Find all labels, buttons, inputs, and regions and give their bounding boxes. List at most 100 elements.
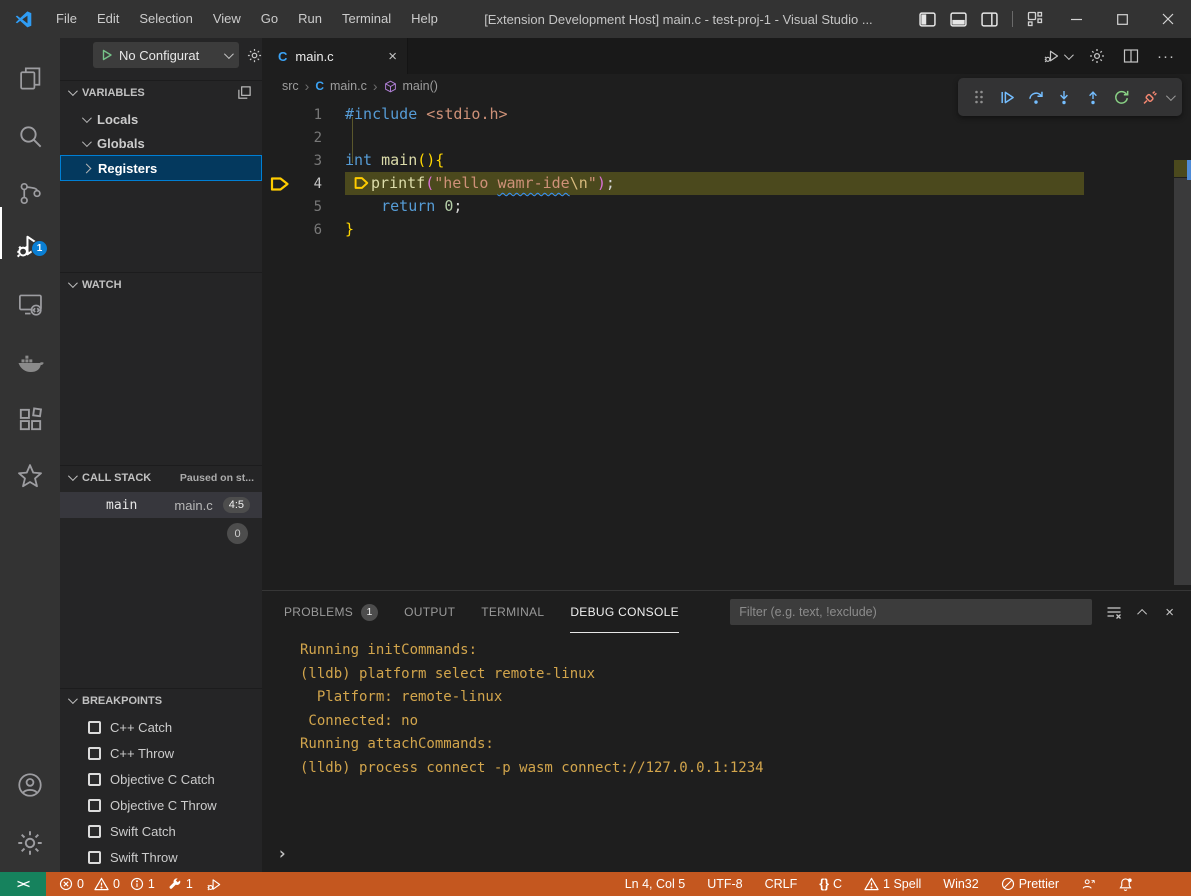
breakpoint-row[interactable]: Objective C Catch [60, 766, 262, 792]
maximize-icon[interactable] [1099, 0, 1145, 38]
menu-edit[interactable]: Edit [87, 0, 129, 38]
minimize-icon[interactable] [1053, 0, 1099, 38]
continue-button[interactable] [995, 83, 1019, 111]
run-or-debug-button[interactable] [1043, 48, 1071, 64]
docker-icon[interactable] [0, 335, 60, 387]
code-line-6[interactable]: 6} [262, 218, 1191, 241]
open-launch-json-gear-icon[interactable] [247, 48, 262, 63]
launch-config-dropdown[interactable]: No Configurat [93, 42, 239, 68]
menu-terminal[interactable]: Terminal [332, 0, 401, 38]
watch-section-header[interactable]: WATCH [60, 272, 262, 296]
breakpoint-checkbox[interactable] [88, 799, 101, 812]
breakpoint-checkbox[interactable] [88, 773, 101, 786]
breakpoint-checkbox[interactable] [88, 747, 101, 760]
toolbar-drag-handle[interactable] [967, 83, 991, 111]
problems-status[interactable]: 0 0 1 [59, 877, 155, 891]
tab-close-icon[interactable]: × [388, 48, 397, 65]
disconnect-button[interactable] [1138, 83, 1162, 111]
toggle-panel-icon[interactable] [950, 12, 967, 27]
console-input-prompt[interactable]: › [277, 844, 287, 864]
maximize-panel-icon[interactable] [1137, 608, 1147, 618]
remote-explorer-icon[interactable] [0, 278, 60, 330]
step-over-button[interactable] [1024, 83, 1048, 111]
toggle-secondary-sidebar-icon[interactable] [981, 12, 998, 27]
accounts-icon[interactable] [0, 759, 60, 811]
breakpoint-checkbox[interactable] [88, 851, 101, 864]
feedback-icon[interactable] [1081, 877, 1096, 891]
call-stack-badge: 0 [227, 523, 248, 544]
source-control-icon[interactable] [0, 167, 60, 219]
collapse-all-icon[interactable] [237, 85, 252, 100]
console-filter-input[interactable] [730, 599, 1092, 625]
code-line-4[interactable]: 4 printf("hello wamr-ide\n"); [262, 172, 1191, 195]
close-window-icon[interactable] [1145, 0, 1191, 38]
restart-button[interactable] [1109, 83, 1133, 111]
encoding-status[interactable]: UTF-8 [707, 877, 742, 891]
extensions-icon[interactable] [0, 393, 60, 445]
settings-gear-icon[interactable] [0, 817, 60, 869]
split-editor-icon[interactable] [1123, 48, 1139, 64]
breadcrumb-src[interactable]: src [282, 79, 299, 93]
variables-scope-locals[interactable]: Locals [60, 107, 262, 131]
language-status[interactable]: {} C [819, 877, 842, 891]
remote-indicator[interactable]: >< [0, 872, 46, 896]
explorer-icon[interactable] [0, 52, 60, 104]
customize-layout-icon[interactable] [1027, 11, 1043, 27]
code-line-2[interactable]: 2 [262, 126, 1191, 149]
call-stack-section-header[interactable]: CALL STACK Paused on st... [60, 465, 262, 489]
variables-section-header[interactable]: VARIABLES [60, 80, 262, 104]
breakpoint-checkbox[interactable] [88, 825, 101, 838]
debug-current-line-arrow-icon[interactable] [262, 172, 300, 195]
code-line-3[interactable]: 3int main(){ [262, 149, 1191, 172]
variables-scope-registers[interactable]: Registers [60, 155, 262, 181]
toggle-sidebar-icon[interactable] [919, 12, 936, 27]
editor-settings-gear-icon[interactable] [1089, 48, 1105, 64]
menu-selection[interactable]: Selection [129, 0, 202, 38]
notifications-bell-icon[interactable] [1118, 877, 1133, 892]
panel-tab-output[interactable]: OUTPUT [404, 591, 455, 633]
star-icon[interactable] [0, 450, 60, 502]
more-actions-icon[interactable]: ··· [1157, 48, 1175, 65]
chevron-down-icon [82, 137, 92, 147]
breakpoint-row[interactable]: C++ Throw [60, 740, 262, 766]
panel-tab-terminal[interactable]: TERMINAL [481, 591, 544, 633]
debug-session-dropdown-icon[interactable] [1166, 91, 1176, 101]
breakpoint-row[interactable]: Swift Catch [60, 818, 262, 844]
breakpoint-row[interactable]: C++ Catch [60, 714, 262, 740]
debug-status-icon[interactable] [206, 877, 223, 892]
close-panel-icon[interactable]: × [1165, 604, 1174, 621]
debug-console-output[interactable]: Running initCommands:(lldb) platform sel… [300, 639, 764, 780]
breadcrumb-file[interactable]: main.c [330, 79, 367, 93]
stack-frame-row[interactable]: main main.c 4:5 [60, 492, 262, 518]
menu-go[interactable]: Go [251, 0, 288, 38]
panel-tab-debug-console[interactable]: DEBUG CONSOLE [570, 591, 679, 633]
menu-help[interactable]: Help [401, 0, 448, 38]
step-out-button[interactable] [1081, 83, 1105, 111]
frame-position-badge: 4:5 [223, 497, 250, 513]
platform-status[interactable]: Win32 [943, 877, 978, 891]
breadcrumb-symbol[interactable]: main() [403, 79, 438, 93]
run-and-debug-icon[interactable] [0, 219, 60, 271]
panel-header: PROBLEMS1 OUTPUT TERMINAL DEBUG CONSOLE × [262, 591, 1191, 633]
panel-tab-problems[interactable]: PROBLEMS1 [284, 591, 378, 633]
tools-status[interactable]: 1 [168, 877, 193, 891]
breakpoint-checkbox[interactable] [88, 721, 101, 734]
step-into-button[interactable] [1052, 83, 1076, 111]
code-line-5[interactable]: 5 return 0; [262, 195, 1191, 218]
formatter-status[interactable]: Prettier [1001, 877, 1059, 891]
cursor-position-status[interactable]: Ln 4, Col 5 [625, 877, 685, 891]
code-editor[interactable]: 1#include <stdio.h>23int main(){4 printf… [262, 98, 1191, 590]
spell-checker-status[interactable]: 1 Spell [864, 877, 921, 891]
clear-console-icon[interactable] [1106, 605, 1122, 620]
breakpoint-row[interactable]: Objective C Throw [60, 792, 262, 818]
menu-view[interactable]: View [203, 0, 251, 38]
breakpoint-row[interactable]: Swift Throw [60, 844, 262, 870]
tab-main-c[interactable]: C main.c × [262, 38, 408, 74]
breakpoints-section-header[interactable]: BREAKPOINTS [60, 688, 262, 712]
search-icon[interactable] [0, 110, 60, 162]
editor-scrollbar[interactable] [1174, 178, 1191, 585]
variables-scope-globals[interactable]: Globals [60, 131, 262, 155]
menu-file[interactable]: File [46, 0, 87, 38]
menu-run[interactable]: Run [288, 0, 332, 38]
eol-status[interactable]: CRLF [765, 877, 798, 891]
